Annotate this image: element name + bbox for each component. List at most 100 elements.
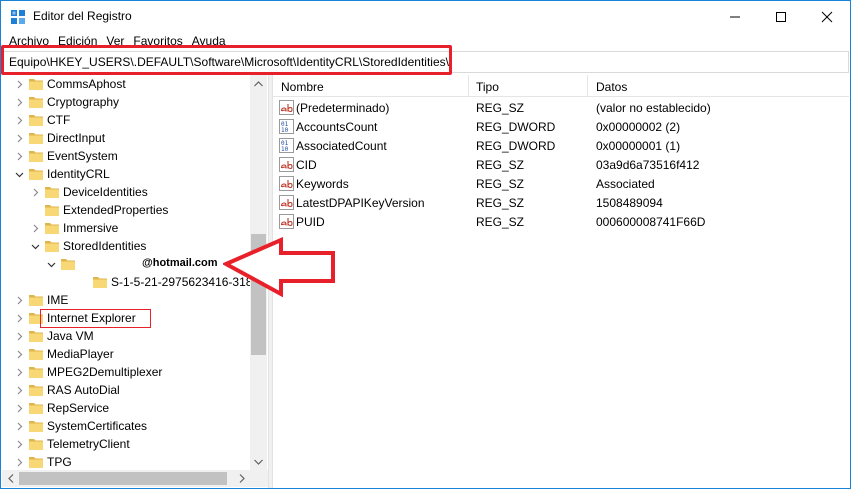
tree-item[interactable]: RAS AutoDial [2,381,252,399]
close-button[interactable] [804,1,850,32]
chevron-right-icon[interactable] [14,150,24,162]
value-name: LatestDPAPIKeyVersion [296,196,425,210]
tree-item-label: ExtendedProperties [63,203,169,217]
chevron-right-icon[interactable] [14,132,24,144]
scroll-left-arrow-icon[interactable] [2,470,19,487]
tree-item-label: IME [47,293,69,307]
folder-icon [45,187,59,198]
tree-item[interactable]: CommsAphost [2,75,252,93]
tree-item[interactable]: CTF [2,111,252,129]
chevron-down-icon[interactable] [30,240,40,252]
chevron-down-icon[interactable] [14,168,24,180]
tree-item[interactable]: Java VM [2,327,252,345]
folder-icon [45,241,59,252]
binary-value-icon: 0110 [279,138,294,153]
scroll-up-arrow-icon[interactable] [250,75,267,92]
chevron-right-icon[interactable] [14,420,24,432]
value-type: REG_SZ [476,215,525,229]
tree-item[interactable]: DeviceIdentities [2,183,252,201]
maximize-button[interactable] [758,1,804,32]
menu-archivo[interactable]: Archivo [5,32,54,51]
tree-item[interactable]: Cryptography [2,93,252,111]
list-row[interactable]: Keywords REG_SZ Associated [273,174,849,193]
tree-item-label: CTF [47,113,71,127]
tree-item[interactable]: Internet Explorer [2,309,252,327]
value-type: REG_SZ [476,101,525,115]
chevron-right-icon[interactable] [14,312,24,324]
list-row[interactable]: PUID REG_SZ 000600008741F66D [273,212,849,231]
string-value-icon [279,214,294,229]
column-separator[interactable] [468,75,469,97]
tree-item[interactable]: TPG [2,453,252,470]
chevron-right-icon[interactable] [14,384,24,396]
chevron-right-icon[interactable] [14,294,24,306]
tree-item[interactable]: ExtendedProperties [2,201,252,219]
tree-item[interactable]: EventSystem [2,147,252,165]
tree-scroll-thumb[interactable] [251,234,266,355]
tree-item-label: Cryptography [47,95,120,109]
tree-item[interactable]: @hotmail.com [2,255,252,273]
tree-item-label: StoredIdentities [63,239,147,253]
tree-item[interactable]: StoredIdentities [2,237,252,255]
list-row[interactable]: 01 10 AccountsCount REG_DWORD 0x00000002 (2) [273,117,849,136]
tree-item-label: RepService [47,401,110,415]
chevron-right-icon[interactable] [30,186,40,198]
column-header-datos[interactable]: Datos [596,80,627,94]
chevron-right-icon[interactable] [14,96,24,108]
chevron-right-icon[interactable] [14,114,24,126]
column-header-nombre[interactable]: Nombre [281,80,324,94]
list-row[interactable]: LatestDPAPIKeyVersion REG_SZ 1508489094 [273,193,849,212]
tree-item-label: MPEG2Demultiplexer [47,365,163,379]
tree-item[interactable]: MPEG2Demultiplexer [2,363,252,381]
column-separator[interactable] [587,75,588,97]
tree-item[interactable]: IdentityCRL [2,165,252,183]
scroll-down-arrow-icon[interactable] [250,453,267,470]
tree-item-label: Internet Explorer [47,311,136,325]
chevron-right-icon[interactable] [14,438,24,450]
value-data: 1508489094 [596,196,663,210]
chevron-right-icon[interactable] [14,402,24,414]
folder-icon [29,97,43,108]
scroll-right-arrow-icon[interactable] [233,470,250,487]
value-data: 000600008741F66D [596,215,706,229]
list-row[interactable]: 01 10 AssociatedCount REG_DWORD 0x00000001 (… [273,136,849,155]
folder-icon [61,259,75,270]
chevron-right-icon[interactable] [14,348,24,360]
menu-ver[interactable]: Ver [102,32,129,51]
menu-edicion[interactable]: Edición [54,32,102,51]
minimize-icon [730,16,740,17]
chevron-right-icon[interactable] [30,222,40,234]
chevron-down-icon[interactable] [46,258,56,270]
tree-item[interactable]: TelemetryClient [2,435,252,453]
address-path-text[interactable]: Equipo\HKEY_USERS\.DEFAULT\Software\Micr… [9,55,451,69]
tree-item[interactable]: RepService [2,399,252,417]
tree-horizontal-scrollbar[interactable] [2,470,268,487]
tree-item[interactable]: DirectInput [2,129,252,147]
values-list-pane[interactable]: Nombre Tipo Datos (Predeterminado) REG_SZ… [273,75,849,488]
folder-icon [29,367,43,378]
binary-value-icon: 0110 [279,119,294,134]
chevron-right-icon[interactable] [14,78,24,90]
chevron-right-icon[interactable] [14,456,24,468]
title-bar[interactable]: Editor del Registro [1,1,850,32]
list-row[interactable]: CID REG_SZ 03a9d6a73516f412 [273,155,849,174]
tree-item[interactable]: S-1-5-21-2975623416-318369. [2,273,268,291]
close-icon [821,11,833,22]
column-header-tipo[interactable]: Tipo [476,80,499,94]
chevron-right-icon[interactable] [14,330,24,342]
minimize-button[interactable] [712,1,758,32]
list-row[interactable]: (Predeterminado) REG_SZ (valor no establec… [273,98,849,117]
tree-item[interactable]: SystemCertificates [2,417,252,435]
tree-item[interactable]: MediaPlayer [2,345,252,363]
window-title: Editor del Registro [33,9,132,23]
tree-item[interactable]: IME [2,291,252,309]
menu-ayuda[interactable]: Ayuda [188,32,231,51]
tree-hscroll-thumb[interactable] [19,472,227,485]
tree-vertical-scrollbar[interactable] [250,75,267,470]
tree-item[interactable]: Immersive [2,219,252,237]
menu-favoritos[interactable]: Favoritos [129,32,187,51]
value-type: REG_DWORD [476,120,556,134]
chevron-right-icon[interactable] [14,366,24,378]
address-bar[interactable]: Equipo\HKEY_USERS\.DEFAULT\Software\Micr… [2,51,849,73]
key-tree-pane[interactable]: CommsAphost Cryptography CTF DirectInput Eve… [2,75,268,470]
